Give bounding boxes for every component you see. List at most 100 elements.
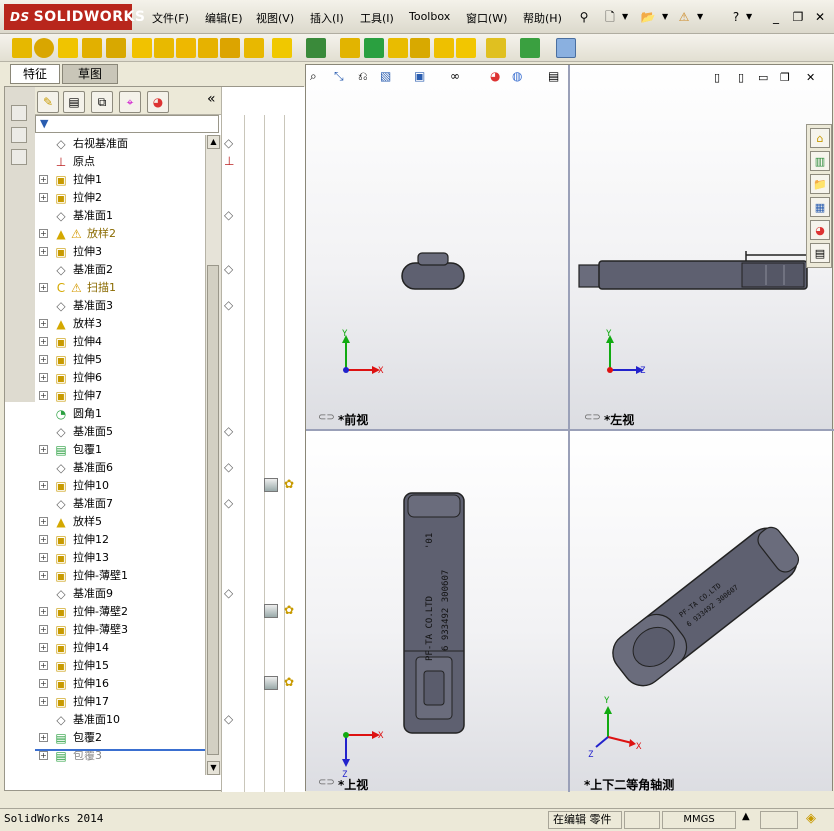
property-manager-icon[interactable]: ▤ — [63, 91, 85, 113]
minimize-icon[interactable]: _ — [766, 7, 786, 27]
plane-visibility-icon[interactable]: ◇ — [224, 136, 233, 150]
expand-icon[interactable]: + — [39, 355, 48, 364]
home-icon[interactable]: ⌂ — [810, 128, 830, 148]
intersect-icon[interactable] — [456, 38, 476, 58]
expand-icon[interactable]: + — [39, 175, 48, 184]
boundary-boss-icon[interactable] — [106, 38, 126, 58]
tree-item[interactable]: + ▣ 拉伸5 — [35, 351, 205, 369]
menu-tools[interactable]: 工具(I) — [360, 10, 394, 26]
sweep-boss-icon[interactable] — [58, 38, 78, 58]
tree-item[interactable]: ◇ 基准面7 — [35, 495, 205, 513]
chevron-down-icon[interactable]: ▼ — [746, 12, 752, 21]
tree-item[interactable]: + ▣ 拉伸1 — [35, 171, 205, 189]
menu-insert[interactable]: 插入(I) — [310, 10, 344, 26]
feature-manager-icon[interactable]: ✎ — [37, 91, 59, 113]
scroll-up-icon[interactable]: ▲ — [207, 135, 220, 149]
expand-icon[interactable]: + — [39, 733, 48, 742]
menu-window[interactable]: 窗口(W) — [466, 10, 507, 26]
tree-item[interactable]: + ▣ 拉伸15 — [35, 657, 205, 675]
expand-icon[interactable]: + — [39, 193, 48, 202]
appearance-swatch-icon[interactable] — [264, 676, 278, 690]
loft-cut-icon[interactable] — [220, 38, 240, 58]
tree-item[interactable]: + ▣ 拉伸2 — [35, 189, 205, 207]
tree-item[interactable]: + ▣ 拉伸6 — [35, 369, 205, 387]
units-selector[interactable]: MMGS — [662, 811, 736, 829]
tree-item[interactable]: ◇ 基准面9 — [35, 585, 205, 603]
revolve-boss-icon[interactable] — [34, 38, 54, 58]
help-icon[interactable]: ? — [726, 7, 746, 27]
tree-item[interactable]: ⊥ 原点 — [35, 153, 205, 171]
tree-item[interactable]: ◔ 圆角1 — [35, 405, 205, 423]
expand-icon[interactable]: + — [39, 445, 48, 454]
custom-properties-icon[interactable]: ▤ — [810, 243, 830, 263]
collapse-panel-icon[interactable]: « — [207, 91, 216, 107]
expand-icon[interactable]: + — [39, 571, 48, 580]
view-link-icon[interactable]: ⊂⊃ — [584, 412, 601, 423]
tree-item[interactable]: + ▣ 拉伸3 — [35, 243, 205, 261]
tree-item[interactable]: ◇ 基准面3 — [35, 297, 205, 315]
tree-item[interactable]: ◇ 基准面2 — [35, 261, 205, 279]
expand-icon[interactable]: + — [39, 319, 48, 328]
tree-item[interactable]: + ▣ 拉伸-薄壁3 — [35, 621, 205, 639]
plane-visibility-icon[interactable]: ◇ — [224, 586, 233, 600]
expand-icon[interactable]: + — [39, 679, 48, 688]
instant3d-icon[interactable] — [556, 38, 576, 58]
extrude-boss-icon[interactable] — [12, 38, 32, 58]
tree-item[interactable]: ◇ 基准面10 — [35, 711, 205, 729]
design-library-icon[interactable]: ▥ — [810, 151, 830, 171]
view-link-icon[interactable]: ⊂⊃ — [318, 777, 335, 788]
expand-icon[interactable]: + — [39, 247, 48, 256]
expand-icon[interactable]: + — [39, 535, 48, 544]
tree-item[interactable]: + ▣ 拉伸7 — [35, 387, 205, 405]
expand-icon[interactable]: + — [39, 643, 48, 652]
dimxpert-icon[interactable]: ⌖ — [119, 91, 141, 113]
graphics-area[interactable]: ⌕ ⤡ ⎌ ▧ ▣ ∞ ◕ ◍ ▤ ▯ ▯ ▭ ❐ ✕ PF-TA CO.LTD… — [305, 64, 834, 792]
tree-item[interactable]: ◇ 右视基准面 — [35, 135, 205, 153]
close-icon[interactable]: ✕ — [810, 7, 830, 27]
tree-item[interactable]: + C ⚠ 扫描1 — [35, 279, 205, 297]
scroll-down-icon[interactable]: ▼ — [207, 761, 220, 775]
plane-visibility-icon[interactable]: ◇ — [224, 262, 233, 276]
tree-item[interactable]: + ▣ 拉伸17 — [35, 693, 205, 711]
expand-icon[interactable]: + — [39, 229, 48, 238]
boundary-cut-icon[interactable] — [244, 38, 264, 58]
rib-icon[interactable] — [340, 38, 360, 58]
expand-icon[interactable]: + — [39, 553, 48, 562]
appearances-icon[interactable]: ◕ — [810, 220, 830, 240]
tree-item[interactable]: + ▣ 拉伸10 — [35, 477, 205, 495]
cube-icon[interactable] — [11, 105, 27, 121]
file-explorer-icon[interactable]: 📁 — [810, 174, 830, 194]
menu-edit[interactable]: 编辑(E) — [205, 10, 243, 26]
view-palette-icon[interactable]: ▦ — [810, 197, 830, 217]
rebuild-warning-icon[interactable]: ⚠ — [674, 7, 694, 27]
tree-item[interactable]: + ▣ 拉伸-薄壁2 — [35, 603, 205, 621]
tree-item[interactable]: + ▲ 放样3 — [35, 315, 205, 333]
expand-icon[interactable]: + — [39, 607, 48, 616]
tree-item[interactable]: + ▣ 拉伸13 — [35, 549, 205, 567]
expand-icon[interactable]: + — [39, 337, 48, 346]
expand-icon[interactable]: + — [39, 517, 48, 526]
mirror-icon[interactable] — [434, 38, 454, 58]
tree-item[interactable]: ◇ 基准面6 — [35, 459, 205, 477]
loft-boss-icon[interactable] — [82, 38, 102, 58]
rebuild-status-icon[interactable]: ◈ — [806, 811, 816, 826]
scroll-thumb[interactable] — [207, 265, 219, 755]
chevron-up-icon[interactable]: ▲ — [742, 811, 750, 822]
texture-icon[interactable]: ✿ — [284, 477, 294, 491]
fillet-icon[interactable] — [272, 38, 292, 58]
expand-icon[interactable]: + — [39, 391, 48, 400]
tree-item[interactable]: + ▤ 包覆1 — [35, 441, 205, 459]
tree-item[interactable]: + ▣ 拉伸12 — [35, 531, 205, 549]
extrude-cut-icon[interactable] — [132, 38, 152, 58]
configuration-manager-icon[interactable]: ⧉ — [91, 91, 113, 113]
expand-icon[interactable]: + — [39, 481, 48, 490]
linear-pattern-icon[interactable] — [306, 38, 326, 58]
plane-visibility-icon[interactable]: ◇ — [224, 424, 233, 438]
cube-icon[interactable] — [11, 127, 27, 143]
chevron-down-icon[interactable]: ▼ — [697, 12, 703, 21]
chevron-down-icon[interactable]: ▼ — [622, 12, 628, 21]
plane-visibility-icon[interactable]: ◇ — [224, 712, 233, 726]
texture-icon[interactable]: ✿ — [284, 675, 294, 689]
appearance-swatch-icon[interactable] — [264, 478, 278, 492]
expand-icon[interactable]: + — [39, 625, 48, 634]
